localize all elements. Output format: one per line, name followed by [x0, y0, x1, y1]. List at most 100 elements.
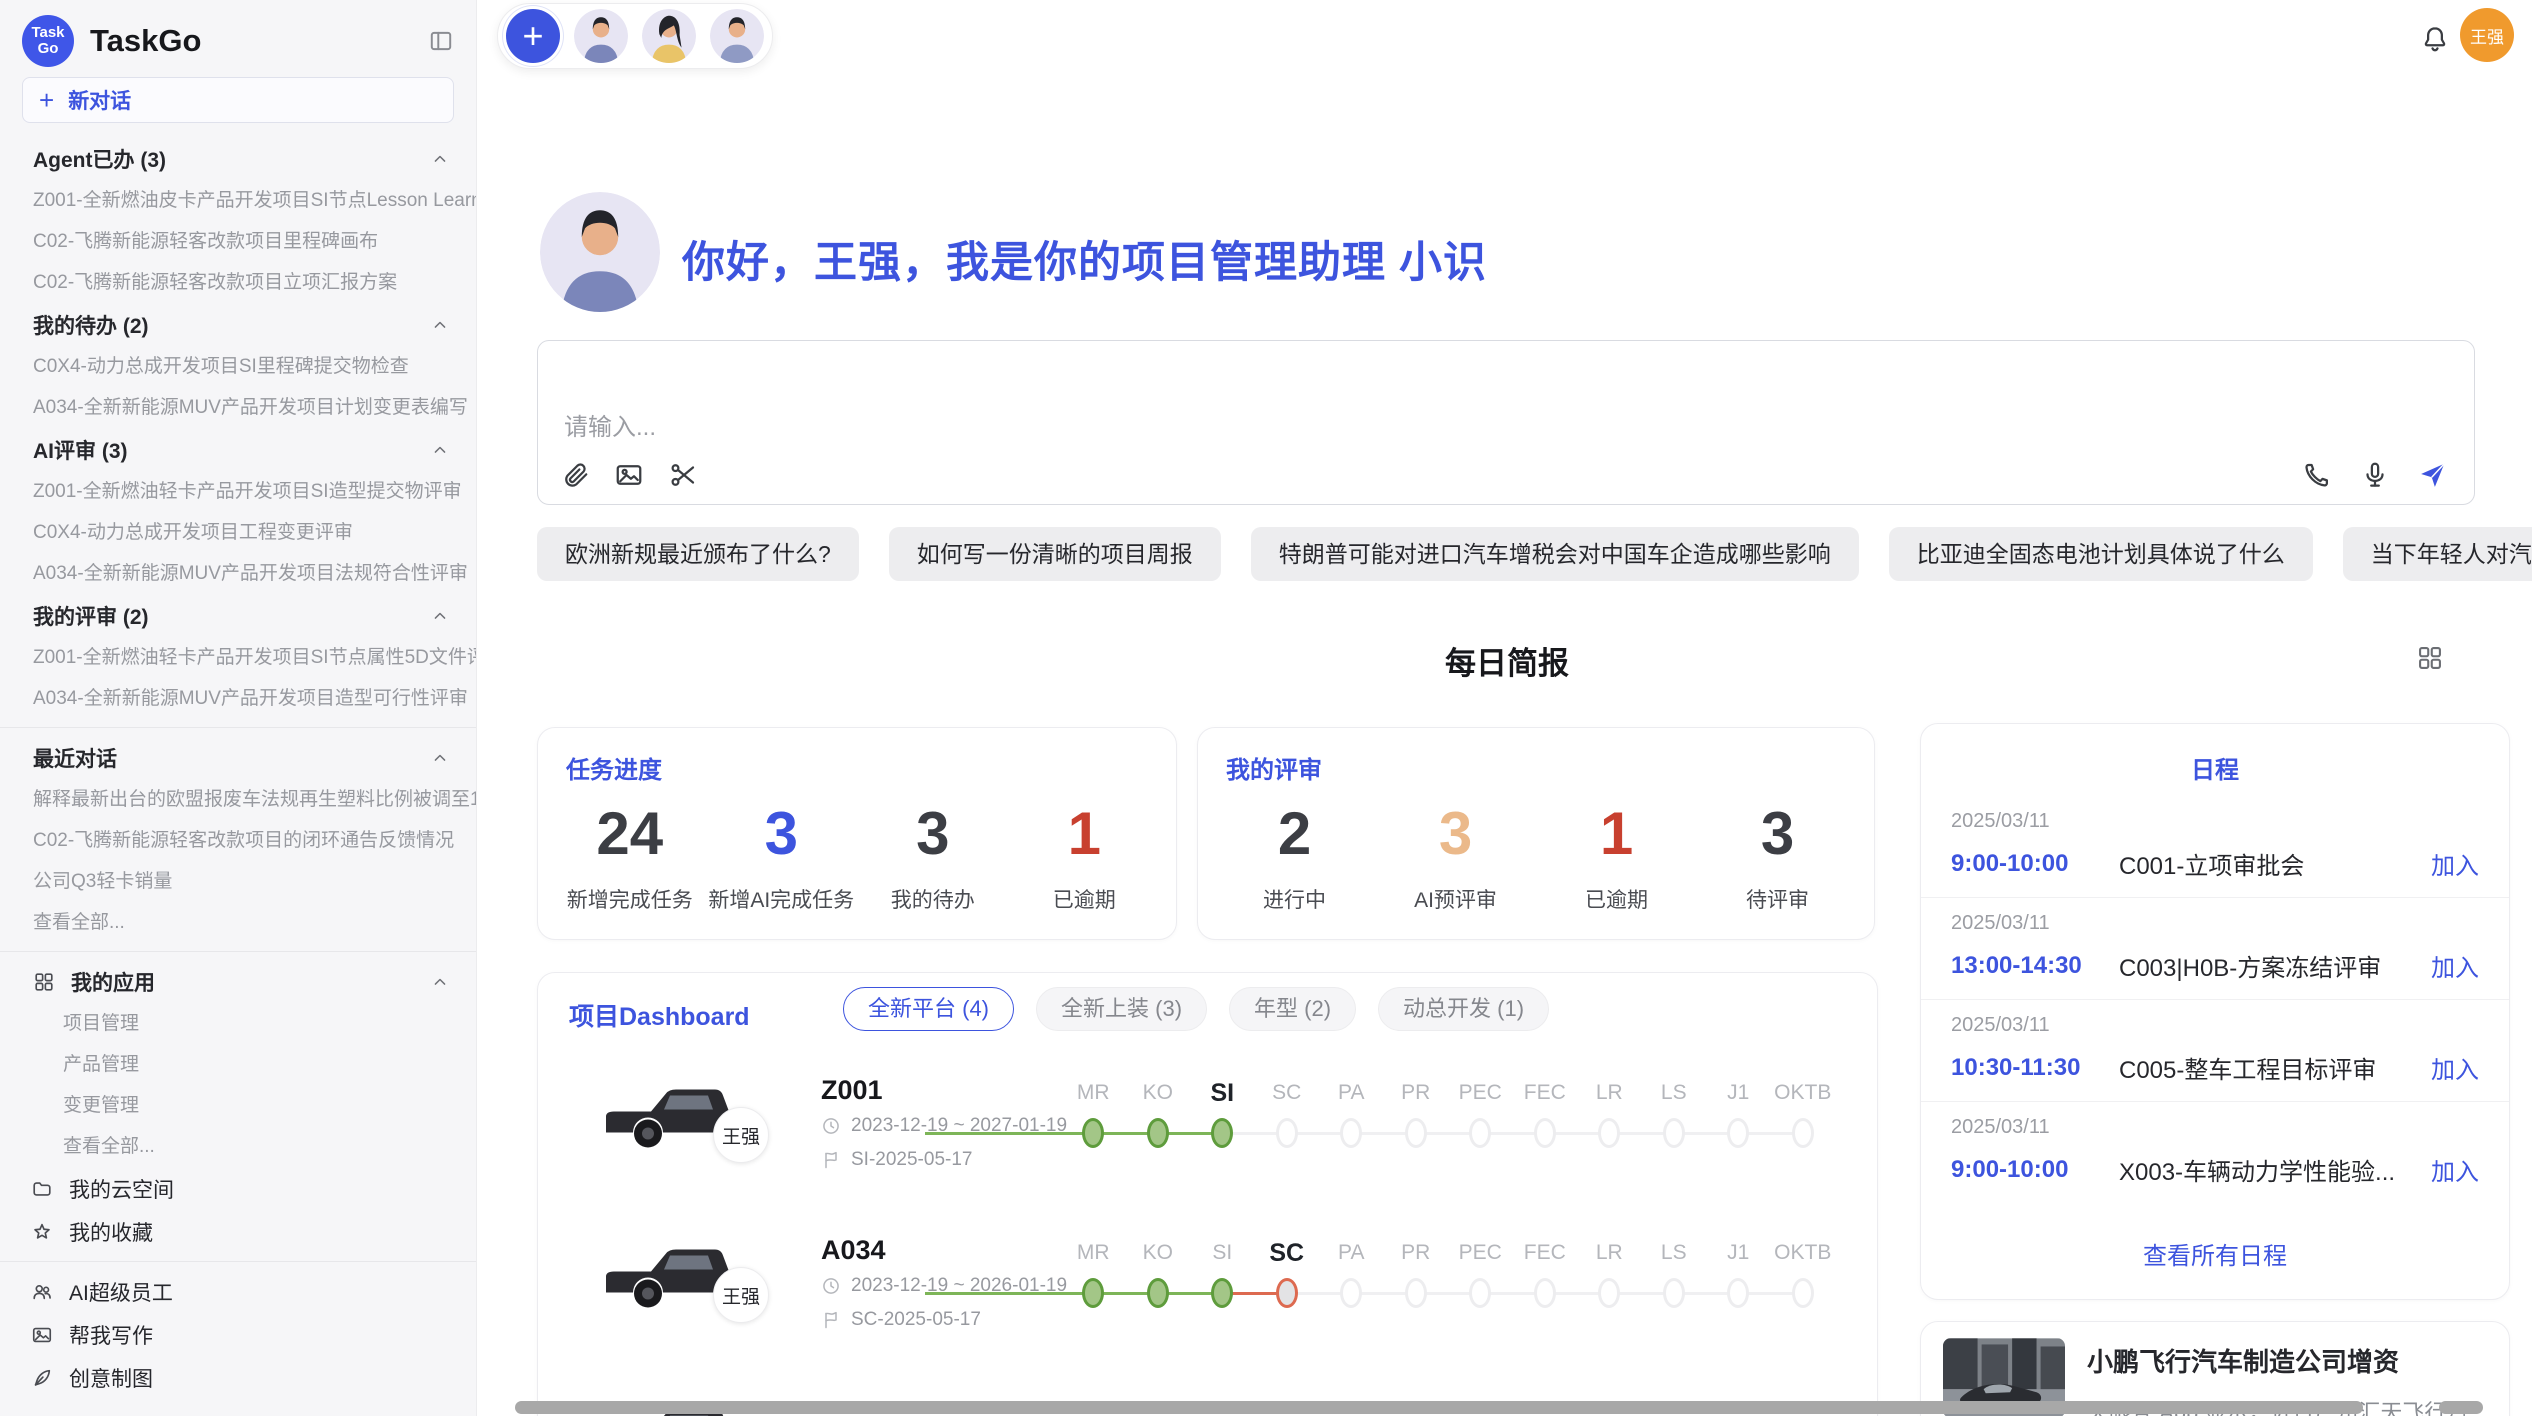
layout-switch-icon[interactable] [2416, 644, 2444, 672]
sidebar-item[interactable]: A034-全新新能源MUV产品开发项目计划变更表编写 [0, 387, 476, 428]
chevron-up-icon [430, 315, 450, 335]
milestone-dot [1276, 1118, 1298, 1148]
sidebar-section-title-recent[interactable]: 最近对话 [0, 736, 476, 779]
milestone-PA: PA [1319, 1231, 1384, 1311]
sidebar-tool-item[interactable]: AI超级员工 [0, 1270, 476, 1313]
new-chat-label: 新对话 [68, 85, 131, 115]
sidebar-section-title[interactable]: 我的评审 (2) [0, 594, 476, 637]
join-link[interactable]: 加入 [2431, 1050, 2479, 1085]
main-area: + 王强 你好，王强，我是你的项目管理助理 小识 请输入... 欧洲新规最近颁布… [477, 0, 2532, 1416]
milestone-OKTB: OKTB [1771, 1071, 1836, 1151]
milestone-dot [1340, 1118, 1362, 1148]
schedule-event: 2025/03/119:00-10:00X003-车辆动力学性能验...加入 [1921, 1102, 2509, 1203]
sidebar-tool-item[interactable]: 创意制图 [0, 1356, 476, 1399]
milestone-label: MR [1061, 1071, 1126, 1115]
sidebar-item[interactable]: A034-全新新能源MUV产品开发项目造型可行性评审 [0, 678, 476, 719]
milestone-label: SC [1255, 1071, 1320, 1115]
sidebar-item[interactable]: C0X4-动力总成开发项目工程变更评审 [0, 512, 476, 553]
clock-icon [821, 1116, 841, 1136]
taskgo-app: Task Go TaskGo + 新对话 Agent已办 (3)Z001-全新燃… [0, 0, 2532, 1416]
sidebar-item[interactable]: A034-全新新能源MUV产品开发项目法规符合性评审 [0, 553, 476, 594]
sidebar-item-folder[interactable]: 我的云空间 [0, 1167, 476, 1210]
sidebar-item[interactable]: Z001-全新燃油轻卡产品开发项目SI节点属性5D文件评审 [0, 637, 476, 678]
sidebar-section-title[interactable]: AI评审 (3) [0, 428, 476, 471]
star-icon [31, 1221, 53, 1243]
project-row-Z001[interactable]: 王强Z0012023-12-19 ~ 2027-01-19SI-2025-05-… [538, 1057, 1877, 1215]
paperclip-icon[interactable] [560, 460, 590, 490]
recent-chat-item[interactable]: 解释最新出台的欧盟报废车法规再生塑料比例被调至15%... [0, 779, 476, 820]
teammate-avatar-2[interactable] [642, 9, 696, 63]
app-item[interactable]: 查看全部... [0, 1126, 476, 1167]
stat-AI预评审: 3AI预评审 [1375, 794, 1536, 923]
milestone-dot [1469, 1278, 1491, 1308]
sidebar-item-label: 帮我写作 [69, 1320, 153, 1350]
sidebar-item-star[interactable]: 我的收藏 [0, 1210, 476, 1253]
milestone-SC: SC [1255, 1071, 1320, 1151]
stat-我的待办: 3我的待办 [857, 794, 1009, 923]
dashboard-filter-pill[interactable]: 年型 (2) [1229, 987, 1356, 1031]
event-name: C001-立项审批会 [2119, 846, 2431, 881]
add-session-button[interactable]: + [506, 9, 560, 63]
dashboard-filter-pill[interactable]: 全新上装 (3) [1036, 987, 1207, 1031]
milestone-label: PEC [1448, 1071, 1513, 1115]
sidebar-item[interactable]: C02-飞腾新能源轻客改款项目立项汇报方案 [0, 262, 476, 303]
milestone-dot [1405, 1118, 1427, 1148]
sidebar-section-title[interactable]: 我的待办 (2) [0, 303, 476, 346]
milestone-KO: KO [1126, 1231, 1191, 1311]
milestone-J1: J1 [1706, 1071, 1771, 1151]
horizontal-scrollbar[interactable] [515, 1401, 2363, 1414]
suggestion-chip[interactable]: 欧洲新规最近颁布了什么? [537, 527, 859, 581]
section-title-text: 我的待办 (2) [33, 310, 149, 340]
join-link[interactable]: 加入 [2431, 948, 2479, 983]
milestone-SI: SI [1190, 1231, 1255, 1311]
sidebar-tool-item[interactable]: 帮我写作 [0, 1313, 476, 1356]
suggestion-chip[interactable]: 当下年轻人对汽车外观有怎样的喜好趋势 [2343, 527, 2532, 581]
horizontal-scrollbar-end[interactable] [2439, 1401, 2483, 1414]
chevron-up-icon [430, 748, 450, 768]
suggestion-chip[interactable]: 如何写一份清晰的项目周报 [889, 527, 1221, 581]
sidebar-item[interactable]: Z001-全新燃油轻卡产品开发项目SI造型提交物评审 [0, 471, 476, 512]
sidebar-item[interactable]: C0X4-动力总成开发项目SI里程碑提交物检查 [0, 346, 476, 387]
notification-bell-icon[interactable] [2420, 24, 2450, 54]
recent-chat-item[interactable]: 公司Q3轻卡销量 [0, 861, 476, 902]
people-icon [31, 1281, 53, 1303]
sidebar-item[interactable]: Z001-全新燃油皮卡产品开发项目SI节点Lesson Learn报告 [0, 180, 476, 221]
recent-chat-item[interactable]: 查看全部... [0, 902, 476, 943]
sidebar-section-title[interactable]: Agent已办 (3) [0, 137, 476, 180]
sidebar-divider [0, 951, 476, 952]
phone-icon[interactable] [2302, 460, 2332, 490]
scissors-icon[interactable] [668, 460, 698, 490]
send-icon[interactable] [2418, 460, 2448, 490]
app-item[interactable]: 变更管理 [0, 1085, 476, 1126]
recent-chat-item[interactable]: C02-飞腾新能源轻客改款项目的闭环通告反馈情况 [0, 820, 476, 861]
user-avatar[interactable]: 王强 [2460, 8, 2514, 62]
milestone-dot [1534, 1278, 1556, 1308]
app-item[interactable]: 项目管理 [0, 1003, 476, 1044]
stat-label: 待评审 [1746, 884, 1809, 914]
mic-icon[interactable] [2360, 460, 2390, 490]
image-icon[interactable] [614, 460, 644, 490]
dashboard-filter-pill[interactable]: 动总开发 (1) [1378, 987, 1549, 1031]
sidebar-item-label: 我的云空间 [69, 1174, 174, 1204]
milestone-dot [1276, 1278, 1298, 1308]
dashboard-filter-pill[interactable]: 全新平台 (4) [843, 987, 1014, 1031]
project-row-A034[interactable]: 王强A0342023-12-19 ~ 2026-01-19SC-2025-05-… [538, 1217, 1877, 1375]
sidebar-item[interactable]: C02-飞腾新能源轻客改款项目里程碑画布 [0, 221, 476, 262]
quick-toolbar: + [497, 3, 773, 69]
teammate-avatar-3[interactable] [710, 9, 764, 63]
milestone-PR: PR [1384, 1071, 1449, 1151]
suggestion-chip[interactable]: 特朗普可能对进口汽车增税会对中国车企造成哪些影响 [1251, 527, 1859, 581]
join-link[interactable]: 加入 [2431, 846, 2479, 881]
suggestion-chip[interactable]: 比亚迪全固态电池计划具体说了什么 [1889, 527, 2313, 581]
new-chat-button[interactable]: + 新对话 [22, 77, 454, 123]
my-reviews-title: 我的评审 [1226, 750, 1322, 785]
join-link[interactable]: 加入 [2431, 1152, 2479, 1187]
sidebar-item-label: 我的收藏 [69, 1217, 153, 1247]
sidebar-collapse-icon[interactable] [428, 28, 454, 54]
sidebar-item-my-apps[interactable]: 我的应用 [0, 960, 476, 1003]
chat-input[interactable]: 请输入... [537, 340, 2475, 505]
view-all-schedule-link[interactable]: 查看所有日程 [1921, 1236, 2509, 1271]
teammate-avatar-1[interactable] [574, 9, 628, 63]
app-item[interactable]: 产品管理 [0, 1044, 476, 1085]
milestone-dot [1598, 1278, 1620, 1308]
